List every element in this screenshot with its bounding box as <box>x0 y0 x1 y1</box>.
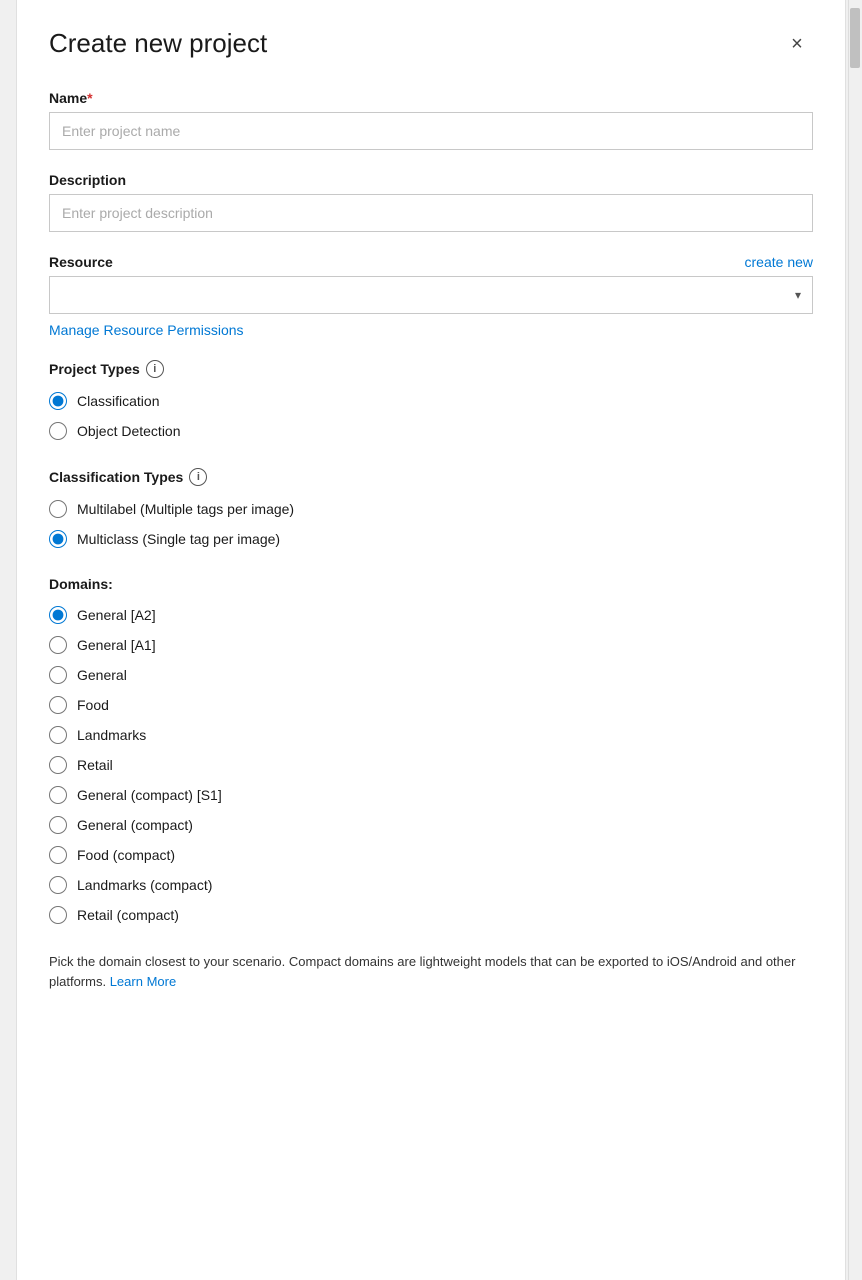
resource-label: Resource <box>49 254 113 270</box>
domain-general-compact-s1-radio[interactable] <box>49 786 67 804</box>
domain-general-compact-label: General (compact) <box>77 817 193 833</box>
multilabel-option[interactable]: Multilabel (Multiple tags per image) <box>49 500 813 518</box>
project-types-section: Project Types i Classification Object De… <box>49 360 813 440</box>
domain-retail-radio[interactable] <box>49 756 67 774</box>
domain-general-a1[interactable]: General [A1] <box>49 636 813 654</box>
domain-general-radio[interactable] <box>49 666 67 684</box>
domain-general-a1-radio[interactable] <box>49 636 67 654</box>
create-new-link[interactable]: create new <box>745 254 813 270</box>
classification-label: Classification <box>77 393 159 409</box>
classification-option[interactable]: Classification <box>49 392 813 410</box>
dialog-header: Create new project × <box>49 28 813 60</box>
name-form-group: Name* <box>49 90 813 150</box>
domain-general-compact-s1[interactable]: General (compact) [S1] <box>49 786 813 804</box>
domain-general-compact-radio[interactable] <box>49 816 67 834</box>
multilabel-label: Multilabel (Multiple tags per image) <box>77 501 294 517</box>
domain-retail[interactable]: Retail <box>49 756 813 774</box>
description-input[interactable] <box>49 194 813 232</box>
domains-section: Domains: General [A2] General [A1] Gener… <box>49 576 813 924</box>
object-detection-option[interactable]: Object Detection <box>49 422 813 440</box>
classification-types-title: Classification Types i <box>49 468 813 486</box>
domain-landmarks-label: Landmarks <box>77 727 146 743</box>
resource-header: Resource create new <box>49 254 813 270</box>
domain-landmarks-compact[interactable]: Landmarks (compact) <box>49 876 813 894</box>
domain-general-compact[interactable]: General (compact) <box>49 816 813 834</box>
domain-landmarks-compact-radio[interactable] <box>49 876 67 894</box>
domain-general-a2-radio[interactable] <box>49 606 67 624</box>
domain-general-a2-label: General [A2] <box>77 607 156 623</box>
resource-select-wrapper: ▾ <box>49 276 813 314</box>
project-types-info-icon: i <box>146 360 164 378</box>
domain-general-compact-s1-label: General (compact) [S1] <box>77 787 222 803</box>
multilabel-radio[interactable] <box>49 500 67 518</box>
classification-types-radio-group: Multilabel (Multiple tags per image) Mul… <box>49 500 813 548</box>
resource-select[interactable] <box>49 276 813 314</box>
domain-landmarks-radio[interactable] <box>49 726 67 744</box>
project-types-title: Project Types i <box>49 360 813 378</box>
name-label: Name* <box>49 90 813 106</box>
dialog-title: Create new project <box>49 28 267 59</box>
domain-general-a1-label: General [A1] <box>77 637 156 653</box>
close-button[interactable]: × <box>781 28 813 60</box>
domains-title: Domains: <box>49 576 813 592</box>
scrollbar[interactable] <box>848 0 862 1280</box>
domain-food-compact-radio[interactable] <box>49 846 67 864</box>
resource-form-group: Resource create new ▾ Manage Resource Pe… <box>49 254 813 338</box>
manage-permissions-link[interactable]: Manage Resource Permissions <box>49 322 813 338</box>
classification-types-section: Classification Types i Multilabel (Multi… <box>49 468 813 548</box>
domain-general-a2[interactable]: General [A2] <box>49 606 813 624</box>
required-indicator: * <box>87 90 92 106</box>
domain-food-label: Food <box>77 697 109 713</box>
multiclass-label: Multiclass (Single tag per image) <box>77 531 280 547</box>
name-input[interactable] <box>49 112 813 150</box>
description-form-group: Description <box>49 172 813 232</box>
project-types-radio-group: Classification Object Detection <box>49 392 813 440</box>
domain-food-compact-label: Food (compact) <box>77 847 175 863</box>
domain-general-label: General <box>77 667 127 683</box>
domain-landmarks-compact-label: Landmarks (compact) <box>77 877 212 893</box>
domain-retail-compact-radio[interactable] <box>49 906 67 924</box>
domain-general[interactable]: General <box>49 666 813 684</box>
domain-landmarks[interactable]: Landmarks <box>49 726 813 744</box>
classification-types-info-icon: i <box>189 468 207 486</box>
domain-food-compact[interactable]: Food (compact) <box>49 846 813 864</box>
object-detection-label: Object Detection <box>77 423 181 439</box>
learn-more-link[interactable]: Learn More <box>110 974 176 989</box>
object-detection-radio[interactable] <box>49 422 67 440</box>
domain-retail-compact[interactable]: Retail (compact) <box>49 906 813 924</box>
multiclass-radio[interactable] <box>49 530 67 548</box>
domain-food-radio[interactable] <box>49 696 67 714</box>
domain-food[interactable]: Food <box>49 696 813 714</box>
domain-retail-compact-label: Retail (compact) <box>77 907 179 923</box>
description-label: Description <box>49 172 813 188</box>
multiclass-option[interactable]: Multiclass (Single tag per image) <box>49 530 813 548</box>
footer-text: Pick the domain closest to your scenario… <box>49 952 813 991</box>
domains-radio-group: General [A2] General [A1] General Food L… <box>49 606 813 924</box>
scrollbar-thumb[interactable] <box>850 8 860 68</box>
create-project-dialog: Create new project × Name* Description R… <box>16 0 846 1280</box>
classification-radio[interactable] <box>49 392 67 410</box>
domain-retail-label: Retail <box>77 757 113 773</box>
